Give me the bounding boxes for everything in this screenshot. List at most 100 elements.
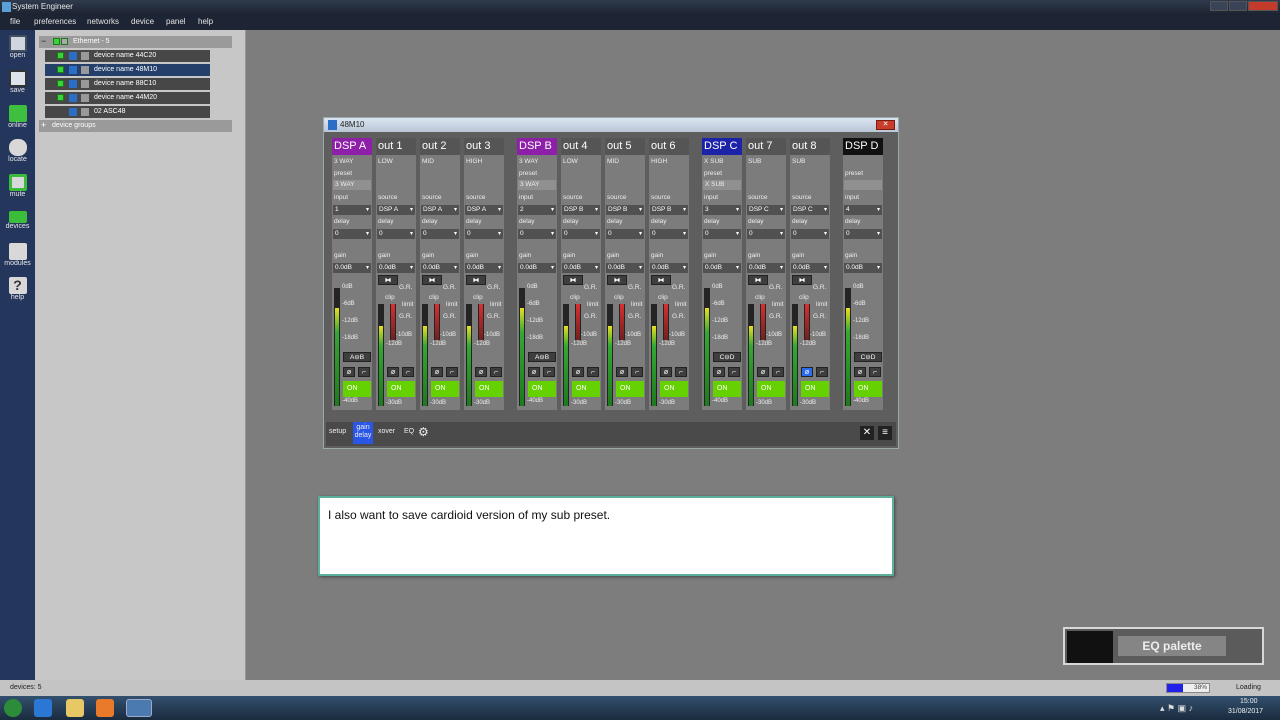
menu-networks[interactable]: networks — [87, 17, 119, 26]
preset-value[interactable]: 3 WAY — [518, 180, 556, 190]
device-row[interactable]: 02 ASC48 — [45, 106, 210, 118]
filter-link-icon[interactable]: ⧓ — [422, 275, 442, 285]
source-dropdown[interactable]: DSP A — [377, 205, 415, 215]
strip-header[interactable]: out 3 — [464, 138, 504, 155]
phase-button[interactable]: ø — [713, 367, 725, 377]
filter-link-icon[interactable]: ⧓ — [607, 275, 627, 285]
open-button[interactable]: open — [0, 32, 35, 66]
strip-header[interactable]: out 8 — [790, 138, 830, 155]
link-mode-button[interactable]: A⊖B — [528, 352, 556, 362]
source-dropdown[interactable]: DSP C — [791, 205, 829, 215]
menu-device[interactable]: device — [131, 17, 154, 26]
strip-header[interactable]: DSP B — [517, 138, 557, 155]
filter-link-icon[interactable]: ⧓ — [792, 275, 812, 285]
gain-field[interactable]: 0.0dB — [421, 263, 459, 273]
eq-palette[interactable]: EQ palette — [1063, 627, 1264, 665]
delay-field[interactable]: 0 — [606, 229, 644, 239]
link-mode-button[interactable]: C⊖D — [713, 352, 741, 362]
gain-field[interactable]: 0.0dB — [518, 263, 556, 273]
source-dropdown[interactable]: DSP B — [562, 205, 600, 215]
on-button[interactable]: ON — [475, 381, 503, 397]
on-button[interactable]: ON — [713, 381, 741, 397]
phase-button[interactable]: ø — [660, 367, 672, 377]
source-dropdown[interactable]: 4 — [844, 205, 882, 215]
device-row[interactable]: device name 88C10 — [45, 78, 210, 90]
explorer-icon[interactable] — [66, 699, 84, 717]
media-icon[interactable] — [96, 699, 114, 717]
source-dropdown[interactable]: 2 — [518, 205, 556, 215]
locate-button[interactable]: locate — [0, 136, 35, 170]
strip-header[interactable]: out 1 — [376, 138, 416, 155]
online-button[interactable]: online — [0, 102, 35, 136]
gain-field[interactable]: 0.0dB — [606, 263, 644, 273]
network-row[interactable]: − Ethernet - 5 — [39, 36, 232, 48]
strip-header[interactable]: DSP D — [843, 138, 883, 155]
gear-icon[interactable]: ⚙ — [418, 425, 429, 439]
on-button[interactable]: ON — [660, 381, 688, 397]
delay-field[interactable]: 0 — [333, 229, 371, 239]
preset-value[interactable]: 3 WAY — [333, 180, 371, 190]
modules-button[interactable]: modules — [0, 240, 35, 274]
on-button[interactable]: ON — [854, 381, 882, 397]
filter-icon[interactable]: ⌐ — [772, 367, 784, 377]
strip-header[interactable]: out 5 — [605, 138, 645, 155]
delay-field[interactable]: 0 — [844, 229, 882, 239]
delay-field[interactable]: 0 — [747, 229, 785, 239]
on-button[interactable]: ON — [616, 381, 644, 397]
delay-field[interactable]: 0 — [465, 229, 503, 239]
close-icon[interactable] — [1248, 1, 1278, 11]
tab-setup[interactable]: setup — [329, 428, 346, 435]
phase-button[interactable]: ø — [801, 367, 813, 377]
delay-field[interactable]: 0 — [562, 229, 600, 239]
filter-icon[interactable]: ⌐ — [728, 367, 740, 377]
device-groups-row[interactable]: + device groups — [39, 120, 232, 132]
on-button[interactable]: ON — [801, 381, 829, 397]
delay-field[interactable]: 0 — [518, 229, 556, 239]
gain-field[interactable]: 0.0dB — [562, 263, 600, 273]
menu-help[interactable]: help — [198, 17, 213, 26]
source-dropdown[interactable]: DSP B — [650, 205, 688, 215]
phase-button[interactable]: ø — [572, 367, 584, 377]
gain-field[interactable]: 0.0dB — [377, 263, 415, 273]
filter-icon[interactable]: ⌐ — [631, 367, 643, 377]
phase-button[interactable]: ø — [431, 367, 443, 377]
strip-header[interactable]: DSP C — [702, 138, 742, 155]
source-dropdown[interactable]: 1 — [333, 205, 371, 215]
filter-link-icon[interactable]: ⧓ — [651, 275, 671, 285]
collapse-icon[interactable]: − — [41, 36, 46, 46]
app-taskbar-icon[interactable] — [126, 699, 152, 717]
delay-field[interactable]: 0 — [703, 229, 741, 239]
gain-field[interactable]: 0.0dB — [747, 263, 785, 273]
source-dropdown[interactable]: 3 — [703, 205, 741, 215]
menu-preferences[interactable]: preferences — [34, 17, 76, 26]
expand-icon[interactable]: + — [41, 120, 46, 130]
phase-button[interactable]: ø — [475, 367, 487, 377]
filter-icon[interactable]: ⌐ — [358, 367, 370, 377]
devices-button[interactable]: devices — [0, 205, 35, 239]
device-row[interactable]: device name 44C20 — [45, 50, 210, 62]
strip-header[interactable]: DSP A — [332, 138, 372, 155]
preset-value[interactable] — [844, 180, 882, 190]
strip-header[interactable]: out 4 — [561, 138, 601, 155]
mute-button[interactable]: mute — [0, 171, 35, 205]
on-button[interactable]: ON — [572, 381, 600, 397]
source-dropdown[interactable]: DSP C — [747, 205, 785, 215]
link-mode-button[interactable]: C⊖D — [854, 352, 882, 362]
gain-field[interactable]: 0.0dB — [650, 263, 688, 273]
filter-icon[interactable]: ⌐ — [675, 367, 687, 377]
on-button[interactable]: ON — [431, 381, 459, 397]
device-row[interactable]: device name 44M20 — [45, 92, 210, 104]
tab-eq[interactable]: EQ — [404, 428, 414, 435]
tools-icon[interactable]: ✕ — [860, 426, 874, 440]
gain-field[interactable]: 0.0dB — [465, 263, 503, 273]
gain-field[interactable]: 0.0dB — [844, 263, 882, 273]
filter-icon[interactable]: ⌐ — [402, 367, 414, 377]
strip-header[interactable]: out 6 — [649, 138, 689, 155]
filter-link-icon[interactable]: ⧓ — [378, 275, 398, 285]
source-dropdown[interactable]: DSP A — [465, 205, 503, 215]
gain-field[interactable]: 0.0dB — [703, 263, 741, 273]
filter-icon[interactable]: ⌐ — [869, 367, 881, 377]
on-button[interactable]: ON — [387, 381, 415, 397]
on-button[interactable]: ON — [343, 381, 371, 397]
filter-icon[interactable]: ⌐ — [543, 367, 555, 377]
